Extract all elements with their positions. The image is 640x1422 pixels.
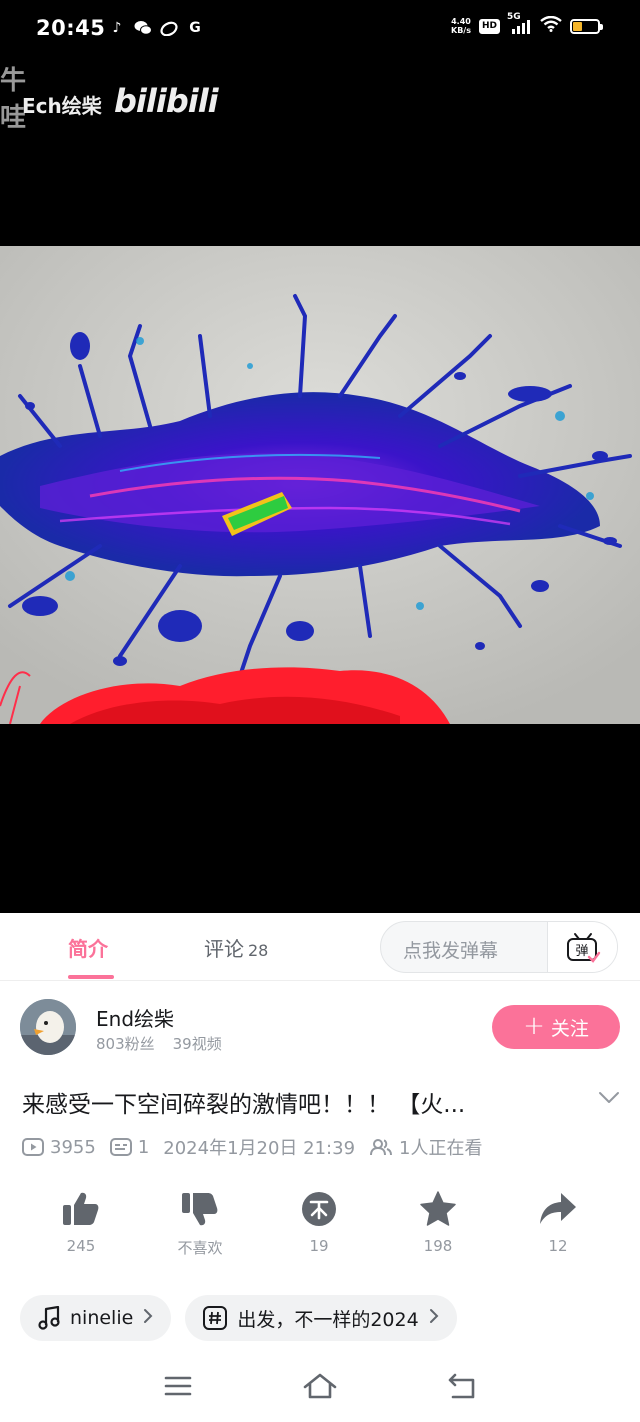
uploader-name[interactable]: End绘柴 — [96, 1003, 174, 1032]
comments-count: 28 — [248, 941, 269, 960]
music-chip[interactable]: ninelie — [20, 1295, 172, 1341]
system-nav-bar — [0, 1353, 640, 1422]
action-bar: 245 不喜欢 19 198 12 — [0, 1191, 640, 1271]
tab-intro[interactable]: 简介 — [68, 933, 108, 962]
play-count-icon — [22, 1138, 44, 1156]
uploader-info: End绘柴 803粉丝 39视频 + 关注 — [20, 999, 620, 1059]
video-title: 来感受一下空间碎裂的激情吧！！！ 【火... — [22, 1092, 466, 1118]
dislike-button[interactable]: 不喜欢 — [160, 1191, 240, 1258]
coin-icon — [302, 1192, 336, 1226]
share-button[interactable]: 12 — [518, 1191, 598, 1255]
uploader-stats: 803粉丝 39视频 — [96, 1033, 222, 1054]
video-count: 39视频 — [172, 1035, 222, 1053]
menu-icon — [164, 1376, 192, 1396]
hd-icon: HD — [478, 18, 500, 34]
favorite-count: 198 — [423, 1237, 453, 1255]
coin-button[interactable]: 19 — [279, 1191, 359, 1255]
favorite-button[interactable]: 198 — [398, 1191, 478, 1255]
weibo-icon — [160, 19, 178, 37]
tab-comments-label: 评论 — [204, 937, 244, 961]
tab-bar: 简介 评论 28 点我发弹幕 弹 — [0, 913, 640, 981]
danmaku-count: 1 — [109, 1137, 149, 1158]
bilibili-logo: bilibili — [114, 82, 219, 120]
topic-chip[interactable]: 出发，不一样的2024 — [185, 1295, 457, 1341]
google-icon: G — [189, 20, 201, 36]
video-title-row[interactable]: 来感受一下空间碎裂的激情吧！！！ 【火... — [22, 1085, 622, 1121]
follower-count: 803粉丝 — [96, 1035, 155, 1053]
status-app-icons: ♪ G — [108, 19, 204, 37]
like-button[interactable]: 245 — [41, 1191, 121, 1255]
status-bar: 20:45 ♪ G 4.40 KB/s HD 5G — [0, 0, 640, 58]
publish-time: 2024年1月20日 21:39 — [163, 1138, 356, 1159]
view-count: 3955 — [22, 1137, 96, 1158]
active-tab-indicator — [68, 975, 114, 979]
music-label: ninelie — [70, 1307, 134, 1329]
battery-icon — [570, 18, 603, 34]
danmaku-placeholder: 点我发弹幕 — [403, 940, 499, 962]
plus-icon: + — [523, 1011, 545, 1041]
battery-fill — [573, 21, 583, 31]
share-icon — [540, 1193, 576, 1224]
svg-text:弹: 弹 — [575, 944, 588, 959]
avatar[interactable] — [20, 999, 76, 1055]
danmaku-count-icon — [109, 1138, 132, 1156]
network-speed: 4.40 KB/s — [451, 17, 471, 35]
tag-chips: ninelie 出发，不一样的2024 — [20, 1295, 457, 1341]
star-icon — [420, 1191, 456, 1226]
tab-intro-label: 简介 — [68, 937, 108, 961]
back-icon — [448, 1373, 475, 1399]
video-frame — [0, 246, 640, 724]
like-count: 245 — [66, 1237, 96, 1255]
danmaku-tv-icon: 弹 — [566, 933, 600, 963]
status-time: 20:45 — [36, 16, 106, 40]
chevron-right-icon — [429, 1308, 439, 1329]
back-button[interactable] — [442, 1371, 482, 1401]
topic-label: 出发，不一样的2024 — [237, 1308, 419, 1331]
tab-comments[interactable]: 评论 28 — [204, 933, 268, 962]
video-player[interactable]: 牛哇 Ech绘柴 bilibili — [0, 58, 640, 913]
dislike-label: 不喜欢 — [177, 1239, 223, 1257]
share-count: 12 — [548, 1237, 568, 1255]
home-button[interactable] — [300, 1371, 340, 1401]
menu-button[interactable] — [158, 1371, 198, 1401]
people-icon — [370, 1139, 393, 1156]
wechat-icon — [134, 19, 152, 37]
follow-label: 关注 — [550, 1017, 589, 1040]
home-icon — [303, 1373, 337, 1399]
thumbs-up-icon — [63, 1192, 99, 1225]
watching-count: 1人正在看 — [369, 1134, 482, 1160]
status-indicators: 4.40 KB/s HD 5G — [451, 12, 603, 36]
thumbs-down-icon — [182, 1193, 218, 1226]
topic-hash-icon — [203, 1306, 228, 1330]
chevron-down-icon[interactable] — [598, 1091, 620, 1105]
danmaku-toggle-button[interactable]: 弹 — [547, 922, 617, 972]
danmaku-input[interactable]: 点我发弹幕 弹 — [380, 921, 618, 973]
tiktok-icon: ♪ — [112, 20, 122, 36]
signal-icon: 5G — [507, 12, 532, 34]
music-note-icon — [38, 1306, 60, 1330]
video-frame-image — [0, 246, 640, 724]
follow-button[interactable]: + 关注 — [492, 1005, 620, 1049]
detail-panel: 简介 评论 28 点我发弹幕 弹 End绘柴 803粉丝 39视频 + 关注 来… — [0, 913, 640, 1422]
wifi-icon — [540, 15, 562, 36]
video-meta: 3955 1 2024年1月20日 21:39 1人正在看 — [22, 1133, 496, 1161]
coin-count: 19 — [309, 1237, 329, 1255]
chevron-right-icon — [143, 1308, 153, 1329]
watermark-author: Ech绘柴 — [22, 94, 102, 118]
